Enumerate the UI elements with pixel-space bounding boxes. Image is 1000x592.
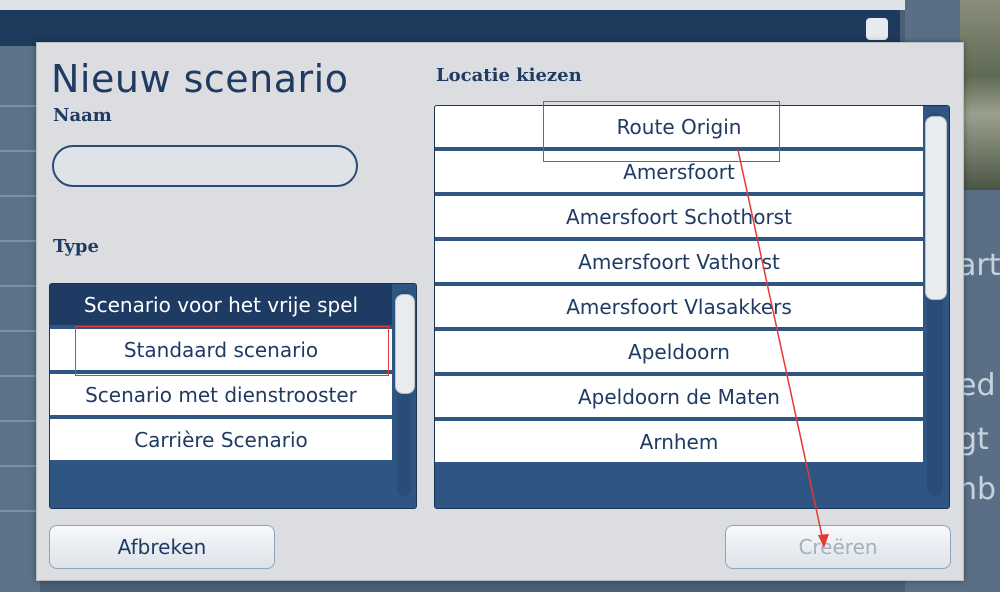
- type-list[interactable]: Scenario voor het vrije spel Standaard s…: [49, 283, 417, 509]
- new-scenario-dialog: Nieuw scenario Naam Type Locatie kiezen …: [36, 42, 964, 581]
- background-divider: [0, 240, 40, 242]
- location-option-apeldoorn[interactable]: Apeldoorn: [435, 331, 923, 374]
- background-divider: [0, 375, 40, 377]
- type-label: Type: [53, 236, 99, 257]
- type-list-scroll-thumb[interactable]: [395, 294, 415, 394]
- type-option-free-play[interactable]: Scenario voor het vrije spel: [50, 284, 392, 327]
- background-divider: [0, 150, 40, 152]
- background-text: art: [958, 248, 1000, 283]
- location-list[interactable]: Route Origin Amersfoort Amersfoort Schot…: [434, 105, 950, 509]
- location-option-arnhem[interactable]: Arnhem: [435, 421, 923, 464]
- location-option-amersfoort[interactable]: Amersfoort: [435, 151, 923, 194]
- location-option-apeldoorn-de-maten[interactable]: Apeldoorn de Maten: [435, 376, 923, 419]
- background-divider: [0, 330, 40, 332]
- type-option-timetable[interactable]: Scenario met dienstrooster: [50, 374, 392, 417]
- background-divider: [0, 285, 40, 287]
- background-window-button: [866, 18, 888, 40]
- name-label: Naam: [53, 105, 112, 126]
- cancel-button[interactable]: Afbreken: [49, 525, 275, 569]
- background-divider: [0, 510, 40, 512]
- background-top-bar: [0, 0, 1000, 10]
- location-list-scrollbar[interactable]: [925, 112, 947, 496]
- background-thumbnail-image: [960, 0, 1000, 190]
- dialog-title: Nieuw scenario: [51, 57, 349, 101]
- type-option-standard[interactable]: Standaard scenario: [50, 329, 392, 372]
- location-list-scroll-thumb[interactable]: [925, 116, 947, 300]
- create-button[interactable]: Creëren: [725, 525, 951, 569]
- type-list-scrollbar[interactable]: [395, 290, 415, 496]
- background-divider: [0, 105, 40, 107]
- location-label: Locatie kiezen: [436, 65, 582, 86]
- background-divider: [0, 195, 40, 197]
- location-option-amersfoort-schothorst[interactable]: Amersfoort Schothorst: [435, 196, 923, 239]
- type-option-career[interactable]: Carrière Scenario: [50, 419, 392, 462]
- name-input[interactable]: [52, 145, 358, 187]
- location-option-route-origin[interactable]: Route Origin: [435, 106, 923, 149]
- location-option-amersfoort-vlasakkers[interactable]: Amersfoort Vlasakkers: [435, 286, 923, 329]
- background-divider: [0, 420, 40, 422]
- background-divider: [0, 465, 40, 467]
- background-header-strip: [0, 10, 900, 46]
- location-option-amersfoort-vathorst[interactable]: Amersfoort Vathorst: [435, 241, 923, 284]
